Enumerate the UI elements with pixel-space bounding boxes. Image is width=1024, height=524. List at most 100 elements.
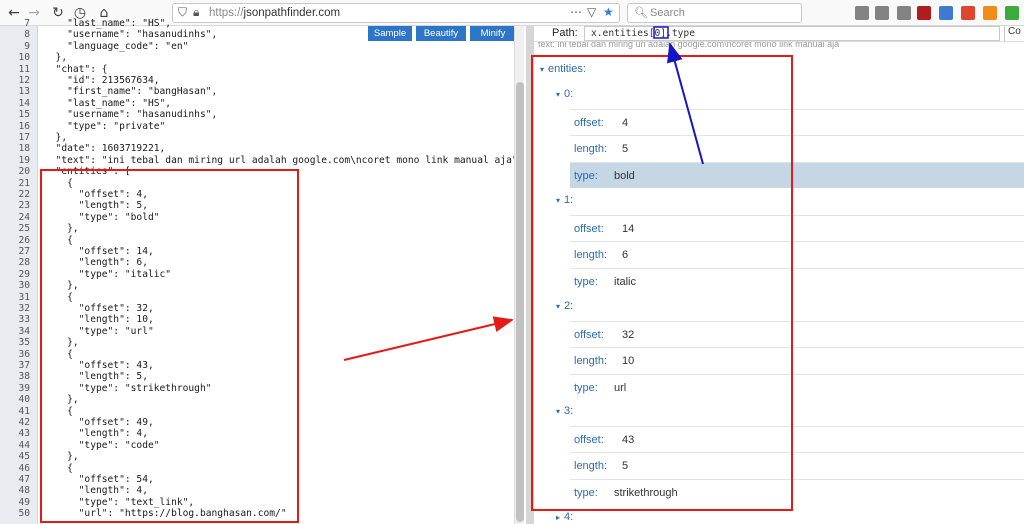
tree-row[interactable]: offset: 32: [570, 321, 1024, 347]
tree-node-item[interactable]: ▸ 4:: [556, 511, 573, 523]
tree-row[interactable]: offset: 14: [570, 215, 1024, 241]
bookmark-star-icon[interactable]: ★: [603, 5, 614, 19]
addon-orange-icon[interactable]: [983, 6, 997, 20]
caret-down-icon[interactable]: ▾: [556, 90, 560, 99]
code-line[interactable]: 17 },: [0, 132, 526, 143]
code-text: "entities": [: [44, 166, 131, 178]
code-line[interactable]: 10 },: [0, 52, 526, 63]
caret-down-icon[interactable]: ▾: [556, 302, 560, 311]
code-line[interactable]: 41 {: [0, 406, 526, 417]
caret-down-icon[interactable]: ▾: [540, 65, 544, 74]
search-bar[interactable]: 🔍︎ Search: [627, 3, 802, 23]
code-line[interactable]: 28 "length": 6,: [0, 257, 526, 268]
code-line[interactable]: 20 "entities": [: [0, 166, 526, 177]
editor-scrollbar[interactable]: [514, 26, 524, 524]
row-key: length:: [574, 143, 608, 156]
wrench-icon[interactable]: [897, 6, 911, 20]
code-line[interactable]: 22 "offset": 4,: [0, 189, 526, 200]
code-text: {: [44, 462, 73, 474]
code-line[interactable]: 16 "type": "private": [0, 121, 526, 132]
code-line[interactable]: 38 "length": 5,: [0, 371, 526, 382]
tree-node-item[interactable]: ▾ 0:: [556, 88, 573, 100]
sidebar-icon[interactable]: [875, 6, 889, 20]
code-line[interactable]: 36 {: [0, 349, 526, 360]
line-number: 47: [18, 474, 30, 485]
row-key: offset:: [574, 117, 604, 129]
tree-node-item[interactable]: ▾ 1:: [556, 194, 573, 206]
code-line[interactable]: 31 {: [0, 292, 526, 303]
code-line[interactable]: 14 "last_name": "HS",: [0, 98, 526, 109]
addon-red-icon[interactable]: [961, 6, 975, 20]
tree-row[interactable]: type: url: [570, 373, 1024, 400]
code-line[interactable]: 34 "type": "url": [0, 326, 526, 337]
code-line[interactable]: 45 },: [0, 451, 526, 462]
code-text: "first_name": "bangHasan",: [44, 86, 218, 98]
caret-right-icon[interactable]: ▸: [556, 513, 560, 522]
code-line[interactable]: 21 {: [0, 178, 526, 189]
tree-row[interactable]: length: 5: [570, 135, 1024, 161]
code-text: },: [44, 132, 68, 143]
tree-row[interactable]: offset: 4: [570, 109, 1024, 135]
code-text: "offset": 54,: [44, 474, 154, 485]
copy-path-button[interactable]: Co: [1004, 26, 1024, 41]
code-line[interactable]: 48 "length": 4,: [0, 485, 526, 496]
json-editor[interactable]: 7 "last_name": "HS", 8 "username": "hasan…: [0, 18, 526, 524]
tree-node-item[interactable]: ▾ 2:: [556, 300, 573, 312]
code-line[interactable]: 42 "offset": 49,: [0, 417, 526, 428]
code-text: "url": "https://blog.banghasan.com/": [44, 508, 287, 520]
code-line[interactable]: 23 "length": 5,: [0, 200, 526, 211]
ublock-icon[interactable]: [917, 6, 931, 20]
tree-node-entities[interactable]: ▾ entities:: [540, 63, 586, 75]
row-key: type:: [574, 486, 598, 499]
code-line[interactable]: 11 "chat": {: [0, 64, 526, 75]
code-line[interactable]: 30 },: [0, 280, 526, 291]
code-line[interactable]: 15 "username": "hasanudinhs",: [0, 109, 526, 120]
code-line[interactable]: 29 "type": "italic": [0, 269, 526, 280]
tree-row[interactable]: type: strikethrough: [570, 478, 1024, 505]
tree-row[interactable]: offset: 43: [570, 426, 1024, 452]
code-text: },: [44, 52, 68, 64]
code-line[interactable]: 12 "id": 213567634,: [0, 75, 526, 86]
code-line[interactable]: 44 "type": "code": [0, 440, 526, 451]
code-line[interactable]: 26 {: [0, 235, 526, 246]
code-line[interactable]: 9 "language_code": "en": [0, 41, 526, 52]
code-line[interactable]: 24 "type": "bold": [0, 212, 526, 223]
minify-button[interactable]: Minify: [470, 26, 516, 41]
caret-down-icon[interactable]: ▾: [556, 407, 560, 416]
sample-button[interactable]: Sample: [368, 26, 412, 41]
panel-splitter[interactable]: [526, 26, 534, 524]
code-line[interactable]: 33 "length": 10,: [0, 314, 526, 325]
code-line[interactable]: 50 "url": "https://blog.banghasan.com/": [0, 508, 526, 519]
addon-green-icon[interactable]: [1005, 6, 1019, 20]
line-number: 37: [18, 360, 30, 371]
tree-node-item[interactable]: ▾ 3:: [556, 405, 573, 417]
library-icon[interactable]: [855, 6, 869, 20]
tree-row[interactable]: type: italic: [570, 267, 1024, 294]
code-text: "offset": 43,: [44, 360, 154, 371]
path-input[interactable]: x.entities[0].type: [584, 26, 1000, 41]
pocket-icon[interactable]: ▽: [587, 5, 596, 19]
code-line[interactable]: 27 "offset": 14,: [0, 246, 526, 257]
code-line[interactable]: 47 "offset": 54,: [0, 474, 526, 485]
code-line[interactable]: 25 },: [0, 223, 526, 234]
code-line[interactable]: 18 "date": 1603719221,: [0, 143, 526, 154]
tree-row[interactable]: length: 6: [570, 241, 1024, 267]
code-line[interactable]: 37 "offset": 43,: [0, 360, 526, 371]
code-line[interactable]: 46 {: [0, 463, 526, 474]
beautify-button[interactable]: Beautify: [416, 26, 466, 41]
code-line[interactable]: 39 "type": "strikethrough": [0, 383, 526, 394]
code-line[interactable]: 13 "first_name": "bangHasan",: [0, 86, 526, 97]
code-line[interactable]: 19 "text": "ini tebal dan miring url ada…: [0, 155, 526, 166]
tree-row[interactable]: length: 5: [570, 452, 1024, 478]
code-line[interactable]: 49 "type": "text_link",: [0, 497, 526, 508]
code-line[interactable]: 35 },: [0, 337, 526, 348]
tree-row[interactable]: type: bold: [570, 161, 1024, 188]
editor-scrollbar-thumb[interactable]: [516, 82, 524, 522]
tree-row[interactable]: length: 10: [570, 347, 1024, 373]
page-actions-icon[interactable]: ⋯: [570, 5, 582, 19]
code-line[interactable]: 32 "offset": 32,: [0, 303, 526, 314]
code-line[interactable]: 40 },: [0, 394, 526, 405]
mail-icon[interactable]: [939, 6, 953, 20]
code-line[interactable]: 43 "length": 4,: [0, 428, 526, 439]
caret-down-icon[interactable]: ▾: [556, 196, 560, 205]
